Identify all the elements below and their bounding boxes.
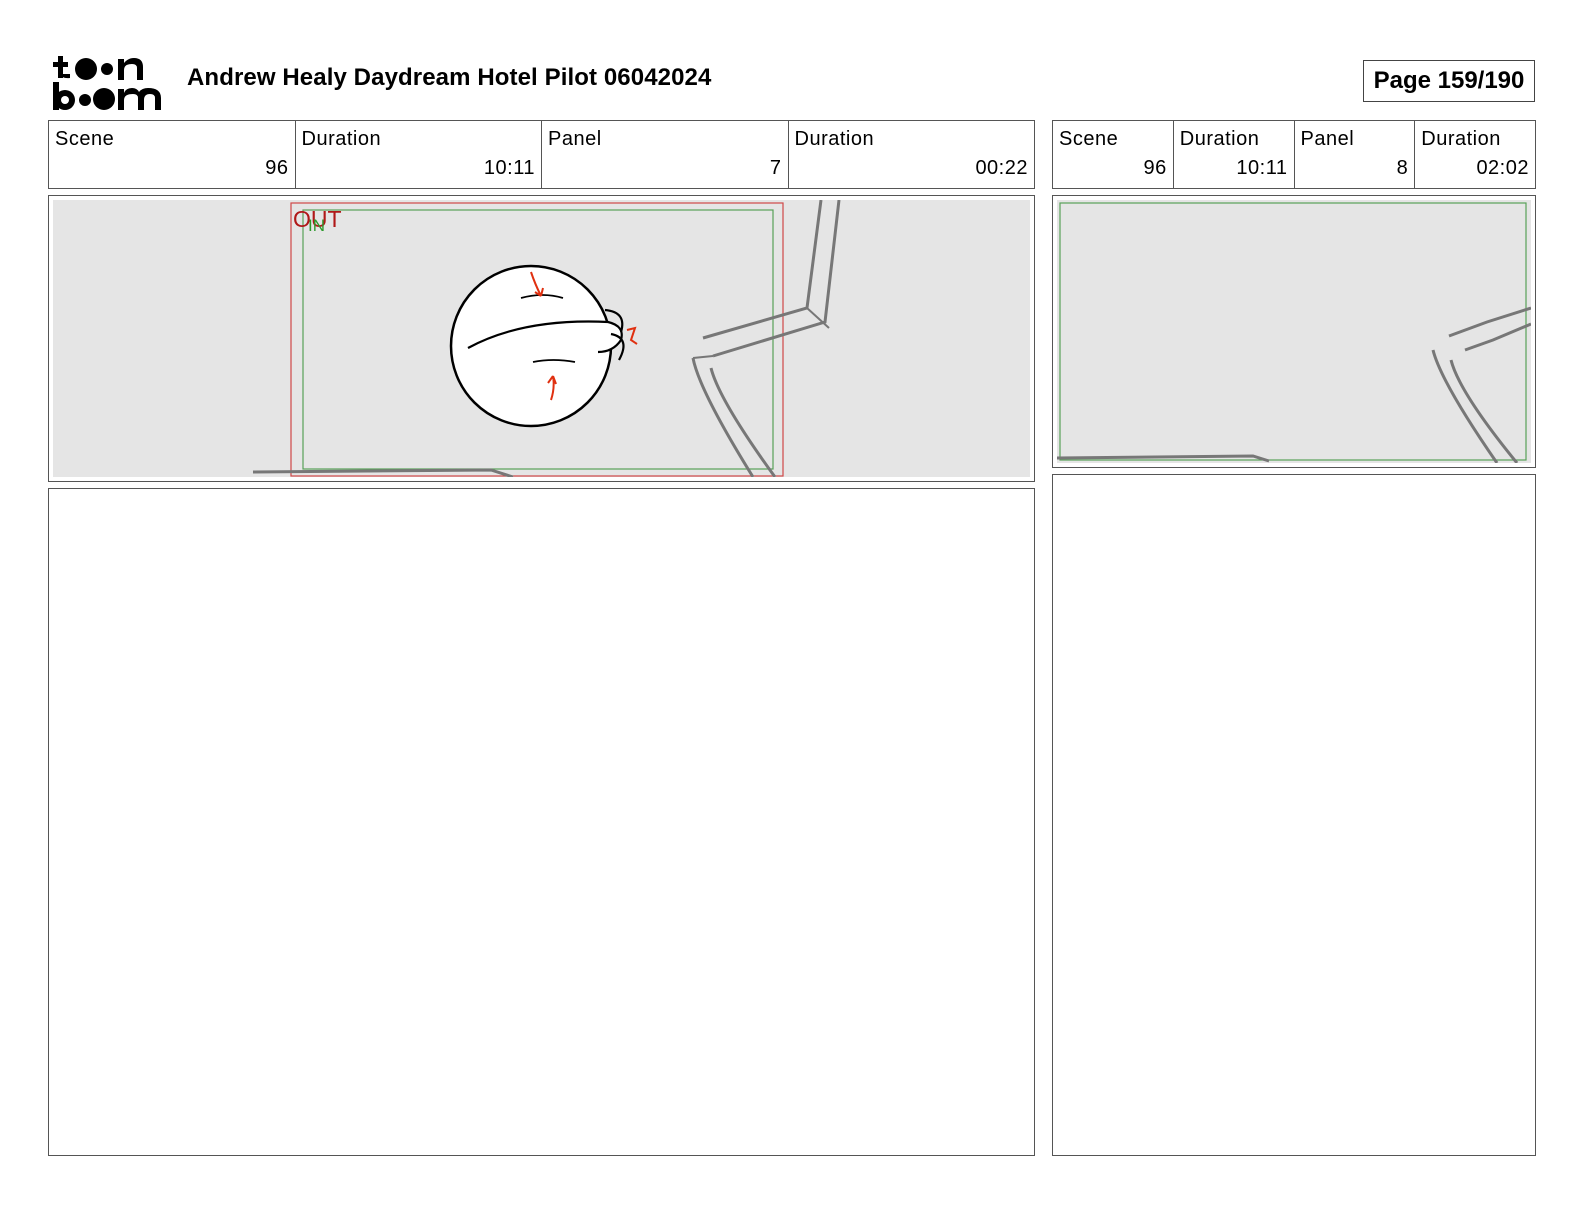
scene-duration-cell: Duration 10:11 bbox=[1174, 121, 1295, 188]
panel-label: Panel bbox=[548, 128, 602, 150]
scene-cell: Scene 96 bbox=[49, 121, 296, 188]
panel-duration-label: Duration bbox=[794, 128, 875, 150]
panel-value: 7 bbox=[769, 157, 782, 179]
scene-label: Scene bbox=[1059, 128, 1119, 150]
scene-duration-value: 10:11 bbox=[483, 157, 535, 179]
panel-duration-label: Duration bbox=[1421, 128, 1501, 150]
panel-8-image-frame bbox=[1052, 195, 1536, 468]
toon-boom-logo bbox=[53, 56, 161, 110]
panel-8-info-table: Scene 96 Duration 10:11 Panel 8 Duration… bbox=[1052, 120, 1536, 189]
scene-cell: Scene 96 bbox=[1053, 121, 1174, 188]
panel-8-notes-box bbox=[1052, 474, 1536, 1156]
panel-value: 8 bbox=[1396, 157, 1409, 179]
panel-duration-cell: Duration 02:02 bbox=[1415, 121, 1535, 188]
frame-in-label: IN bbox=[308, 216, 325, 235]
panel-duration-value: 00:22 bbox=[975, 157, 1028, 179]
panel-7-info-table: Scene 96 Duration 10:11 Panel 7 Duration… bbox=[48, 120, 1035, 189]
scene-label: Scene bbox=[55, 128, 115, 150]
scene-duration-cell: Duration 10:11 bbox=[296, 121, 542, 188]
document-title: Andrew Healy Daydream Hotel Pilot 060420… bbox=[187, 64, 712, 91]
panel-cell: Panel 8 bbox=[1295, 121, 1416, 188]
scene-duration-label: Duration bbox=[1179, 128, 1260, 150]
panel-cell: Panel 7 bbox=[542, 121, 789, 188]
panel-label: Panel bbox=[1300, 128, 1355, 150]
panel-7-image-frame: OUT IN bbox=[48, 195, 1035, 482]
scene-duration-label: Duration bbox=[301, 128, 382, 150]
panel-8-artwork bbox=[1057, 200, 1531, 463]
panel-7-notes-box bbox=[48, 488, 1035, 1156]
scene-value: 96 bbox=[265, 157, 289, 179]
panel-7-artwork: OUT IN bbox=[53, 200, 1030, 477]
panel-7-sketch bbox=[252, 200, 841, 477]
scene-duration-value: 10:11 bbox=[1236, 157, 1288, 179]
panel-duration-value: 02:02 bbox=[1476, 157, 1529, 179]
page-number: Page 159/190 bbox=[1363, 60, 1535, 102]
scene-value: 96 bbox=[1143, 157, 1167, 179]
panel-8-sketch bbox=[1057, 202, 1531, 463]
panel-duration-cell: Duration 00:22 bbox=[789, 121, 1035, 188]
